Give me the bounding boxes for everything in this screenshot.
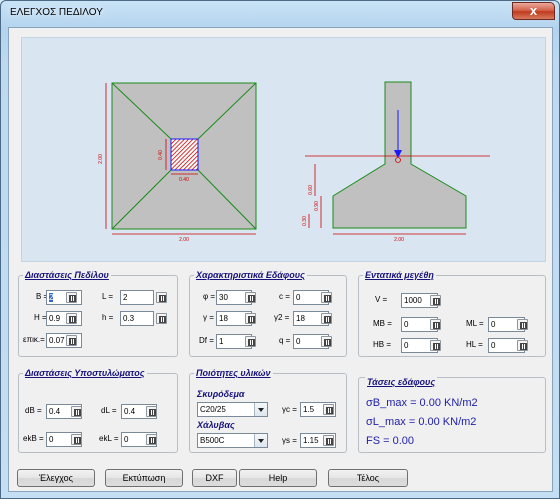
H-calculator-icon[interactable] <box>66 313 77 324</box>
column-x-label: 0.40 <box>179 177 189 183</box>
plan-width-label: 2.00 <box>179 237 189 243</box>
materials-group: Ποιότητες υλικών Σκυρόδεμα C20/25 γc = 1… <box>189 368 347 453</box>
H-label: H = <box>34 313 47 322</box>
gamma2-label: γ2 = <box>274 313 290 322</box>
gs-calculator-icon[interactable] <box>323 435 334 446</box>
dB-label: dB = <box>25 406 42 415</box>
soil-stresses-group: Τάσεις εδάφους σB_max = 0.00 KN/m2 σL_ma… <box>358 377 546 453</box>
V-calculator-icon[interactable] <box>430 295 441 306</box>
section-h2-label: 0.60 <box>308 185 314 195</box>
ekB-label: ekB = <box>23 434 44 443</box>
V-label: V = <box>375 295 388 304</box>
Df-calculator-icon[interactable] <box>245 336 256 347</box>
footing-dimensions-title: Διαστάσεις Πεδίλου <box>23 270 111 280</box>
section-width-label: 2.00 <box>394 237 404 243</box>
gc-label: γc = <box>282 405 297 414</box>
sigma-B-max: σB_max = 0.00 KN/m2 <box>366 397 478 409</box>
sigma-L-max: σL_max = 0.00 KN/m2 <box>366 416 477 428</box>
cover-label: επικ.= <box>23 335 45 344</box>
loads-title: Εντατικά μεγέθη <box>363 270 436 280</box>
ekL-calculator-icon[interactable] <box>146 434 157 445</box>
L-input[interactable]: 2 <box>120 290 154 305</box>
steel-select[interactable]: B500C <box>197 433 268 448</box>
B-value: 2 <box>49 293 54 302</box>
dL-label: dL = <box>101 406 117 415</box>
column-dimensions-group: Διαστάσεις Υποστυλώματος dB = 0.4 dL = 0… <box>18 368 178 453</box>
q-calculator-icon[interactable] <box>321 336 332 347</box>
gc-calculator-icon[interactable] <box>323 404 334 415</box>
close-button[interactable]: x <box>512 2 555 20</box>
gamma-calculator-icon[interactable] <box>245 313 256 324</box>
h-calculator-icon[interactable] <box>156 313 167 324</box>
chevron-down-icon[interactable] <box>254 403 267 416</box>
plan-column <box>170 138 199 171</box>
ML-label: ML = <box>466 319 484 328</box>
gamma2-calculator-icon[interactable] <box>321 313 332 324</box>
MB-calculator-icon[interactable] <box>430 319 441 330</box>
soil-properties-title: Χαρακτηριστικά Εδάφους <box>194 270 307 280</box>
dL-calculator-icon[interactable] <box>146 406 157 417</box>
plan-height-label: 2.00 <box>98 154 104 164</box>
help-button[interactable]: Help <box>239 469 317 487</box>
phi-calculator-icon[interactable] <box>245 292 256 303</box>
plan-view: 2.00 2.00 0.40 0.40 <box>98 82 257 243</box>
B-calculator-icon[interactable] <box>66 292 77 303</box>
footing-dimensions-group: Διαστάσεις Πεδίλου B = 2 L = 2 H = 0.9 h… <box>18 270 178 357</box>
exit-button[interactable]: Τέλος <box>328 469 408 487</box>
HL-label: HL = <box>466 340 483 349</box>
dxf-button[interactable]: DXF <box>192 469 237 487</box>
HL-calculator-icon[interactable] <box>517 340 528 351</box>
dB-calculator-icon[interactable] <box>71 406 82 417</box>
safety-factor: FS = 0.00 <box>366 435 415 447</box>
soil-stresses-title: Τάσεις εδάφους <box>365 377 438 387</box>
h-label: h = <box>102 313 114 322</box>
concrete-heading: Σκυρόδεμα <box>197 389 245 399</box>
title-bar[interactable]: ΕΛΕΓΧΟΣ ΠΕΔΙΛΟΥ x <box>1 1 559 27</box>
c-calculator-icon[interactable] <box>321 292 332 303</box>
footing-check-window: ΕΛΕΓΧΟΣ ΠΕΔΙΛΟΥ x 2.00 2.00 0.40 0.40 0.… <box>0 0 560 499</box>
footing-drawing-svg: 2.00 2.00 0.40 0.40 0.60 0.90 0.30 2.00 <box>98 81 490 243</box>
materials-title: Ποιότητες υλικών <box>194 368 273 378</box>
soil-properties-group: Χαρακτηριστικά Εδάφους φ = 30 c = 0 γ = … <box>189 270 347 357</box>
check-button[interactable]: Έλεγχος <box>17 469 95 487</box>
column-dimensions-title: Διαστάσεις Υποστυλώματος <box>23 368 147 378</box>
cover-calculator-icon[interactable] <box>66 335 77 346</box>
L-label: L = <box>102 292 114 301</box>
MB-label: MB = <box>373 319 392 328</box>
ekL-label: ekL = <box>99 434 119 443</box>
ekB-calculator-icon[interactable] <box>71 434 82 445</box>
section-cover-label: 0.30 <box>302 216 308 226</box>
gamma-label: γ = <box>203 313 214 322</box>
gs-label: γs = <box>282 436 297 445</box>
steel-select-value: B500C <box>200 436 225 445</box>
chevron-down-icon[interactable] <box>254 434 267 447</box>
loads-group: Εντατικά μεγέθη V = 1000 MB = 0 ML = 0 H… <box>358 270 546 357</box>
ML-calculator-icon[interactable] <box>517 319 528 330</box>
HB-calculator-icon[interactable] <box>430 340 441 351</box>
Df-label: Df = <box>199 336 214 345</box>
concrete-select[interactable]: C20/25 <box>197 402 268 417</box>
HB-label: HB = <box>373 340 392 349</box>
column-y-label: 0.40 <box>158 150 164 160</box>
steel-heading: Χάλυβας <box>197 420 235 430</box>
client-area: 2.00 2.00 0.40 0.40 0.60 0.90 0.30 2.00 … <box>8 27 553 492</box>
print-button[interactable]: Εκτύπωση <box>105 469 183 487</box>
section-view: 0.60 0.90 0.30 2.00 <box>302 81 490 243</box>
window-title: ΕΛΕΓΧΟΣ ΠΕΔΙΛΟΥ <box>10 7 103 18</box>
phi-label: φ = <box>203 292 216 301</box>
section-h-label: 0.90 <box>314 201 320 211</box>
concrete-select-value: C20/25 <box>200 405 226 414</box>
c-label: c = <box>279 292 290 301</box>
q-label: q = <box>279 336 291 345</box>
footing-drawing: 2.00 2.00 0.40 0.40 0.60 0.90 0.30 2.00 <box>21 37 546 262</box>
L-calculator-icon[interactable] <box>156 292 167 303</box>
h-input[interactable]: 0.3 <box>120 311 154 326</box>
